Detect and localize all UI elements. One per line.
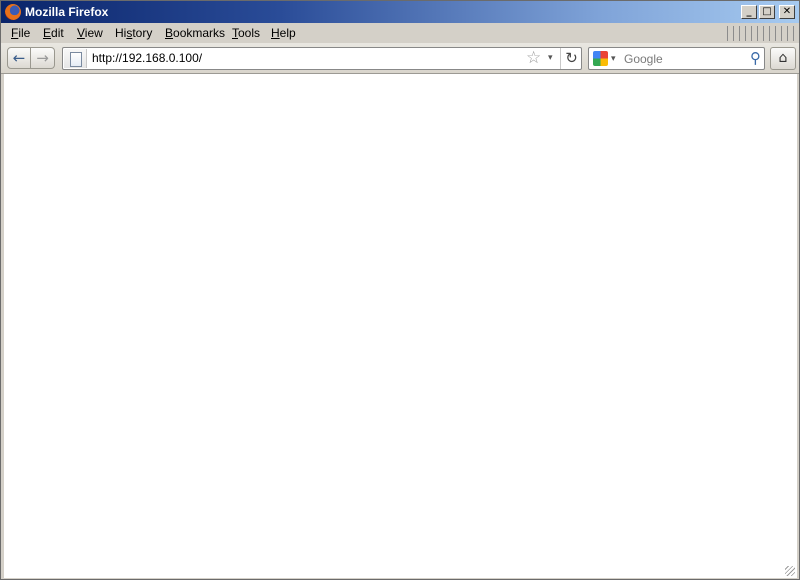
- browser-window: Mozilla Firefox _ □ ✕ File Edit View His…: [0, 0, 800, 580]
- forward-button[interactable]: →: [31, 47, 55, 69]
- window-controls: _ □ ✕: [741, 5, 795, 19]
- close-button[interactable]: ✕: [779, 5, 795, 19]
- minimize-button[interactable]: _: [741, 5, 757, 19]
- back-button[interactable]: ←: [7, 47, 31, 69]
- home-button[interactable]: ⌂: [770, 47, 796, 70]
- menu-help[interactable]: Help: [271, 26, 296, 41]
- arrow-left-icon: ←: [12, 49, 26, 67]
- url-history-dropdown-icon[interactable]: ▾: [548, 52, 553, 64]
- search-engine-dropdown-icon[interactable]: ▾: [611, 53, 616, 65]
- firefox-logo-icon: [5, 4, 21, 20]
- toolbar-grip[interactable]: [727, 26, 795, 41]
- menu-tools[interactable]: Tools: [232, 26, 260, 41]
- menu-edit[interactable]: Edit: [43, 26, 64, 41]
- url-bar[interactable]: http://192.168.0.100/ ☆ ▾ ↻: [62, 47, 582, 70]
- url-input[interactable]: http://192.168.0.100/: [92, 51, 202, 66]
- title-bar[interactable]: Mozilla Firefox _ □ ✕: [1, 1, 799, 23]
- navigation-toolbar: ← → http://192.168.0.100/ ☆ ▾ ↻ ▾ Google…: [1, 43, 799, 74]
- arrow-right-icon: →: [36, 49, 49, 67]
- menu-view[interactable]: View: [77, 26, 103, 41]
- reload-button[interactable]: ↻: [560, 48, 582, 69]
- search-icon[interactable]: ⚲: [750, 49, 761, 68]
- search-input[interactable]: Google: [624, 52, 663, 66]
- maximize-button[interactable]: □: [759, 5, 775, 19]
- resize-grip-icon[interactable]: [785, 566, 795, 576]
- home-icon: ⌂: [778, 50, 788, 66]
- site-identity-button[interactable]: [64, 49, 87, 68]
- page-content[interactable]: [4, 73, 797, 578]
- search-bar[interactable]: ▾ Google ⚲: [588, 47, 765, 70]
- window-title: Mozilla Firefox: [25, 5, 109, 19]
- menu-bar: File Edit View History Bookmarks Tools H…: [1, 23, 799, 43]
- menu-file[interactable]: File: [11, 26, 30, 41]
- menu-history[interactable]: History: [115, 26, 152, 41]
- blank-page-icon: [70, 52, 82, 67]
- google-icon[interactable]: [593, 51, 608, 66]
- menu-bookmarks[interactable]: Bookmarks: [165, 26, 225, 41]
- bookmark-star-icon[interactable]: ☆: [526, 49, 541, 68]
